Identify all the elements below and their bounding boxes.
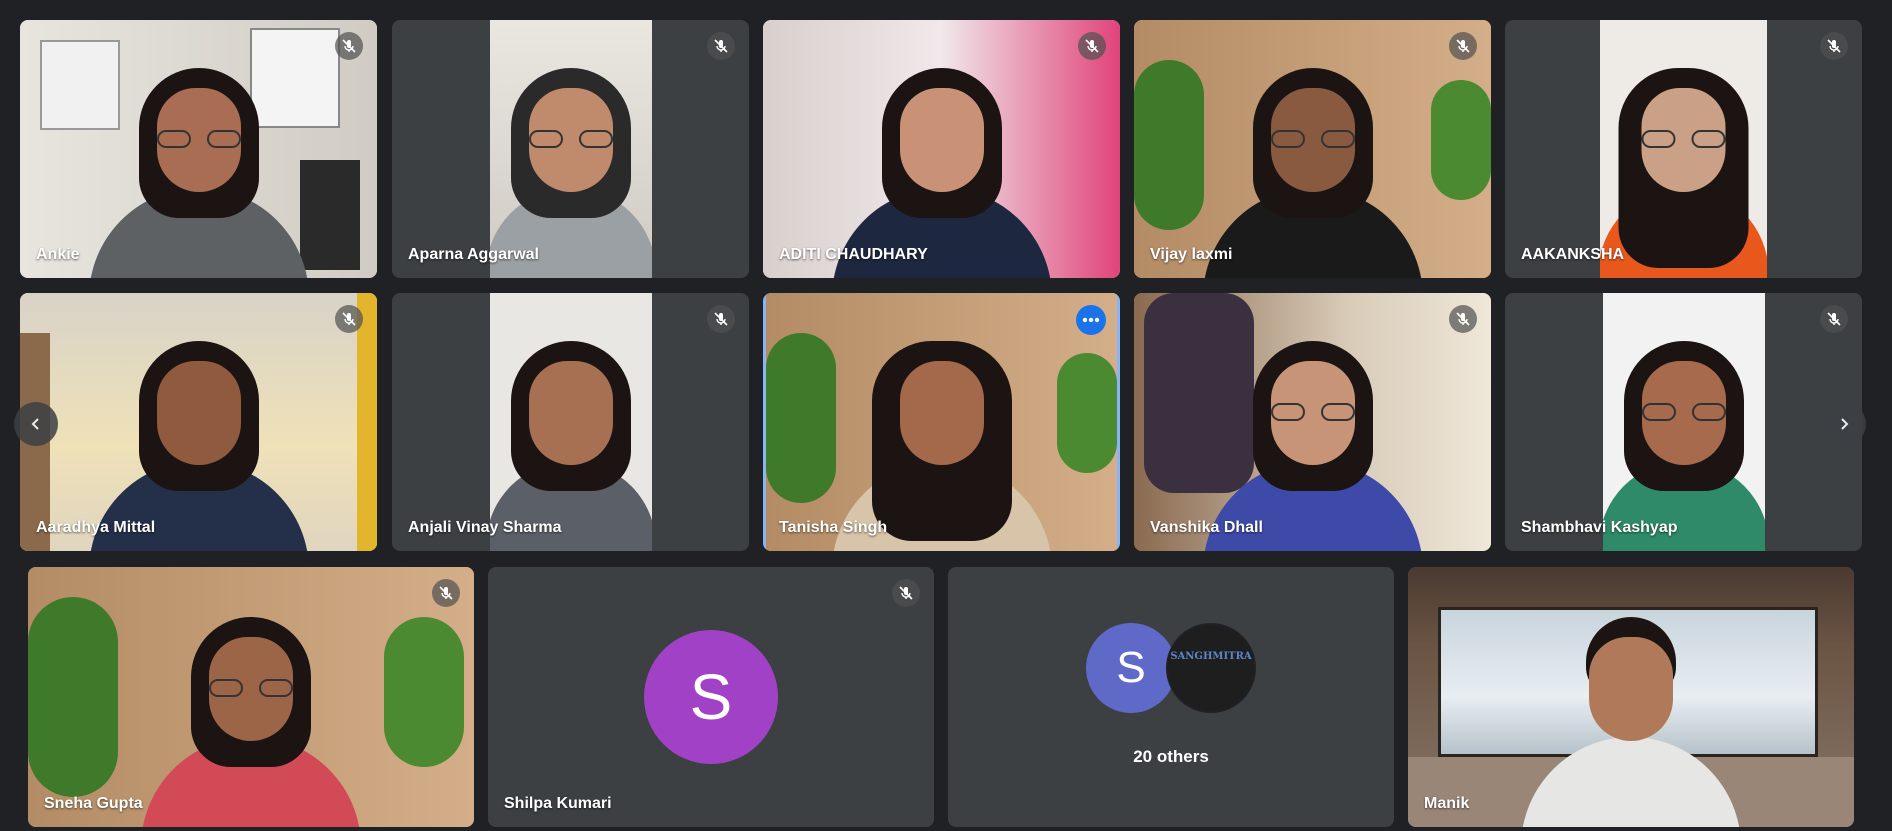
participant-tile[interactable]: AAKANKSHA	[1505, 20, 1862, 278]
mic-off-icon	[1078, 32, 1106, 60]
participant-name: Shilpa Kumari	[504, 795, 612, 812]
chevron-right-icon[interactable]	[1822, 402, 1866, 446]
video-feed	[1134, 293, 1491, 551]
participant-name: Ankie	[36, 246, 80, 263]
mic-off-icon	[335, 305, 363, 333]
participant-tile[interactable]: ADITI CHAUDHARY	[763, 20, 1120, 278]
mic-off-icon	[432, 579, 460, 607]
mic-off-icon	[707, 305, 735, 333]
participant-name: Manik	[1424, 795, 1470, 812]
participant-name: ADITI CHAUDHARY	[779, 246, 928, 263]
mic-off-icon	[707, 32, 735, 60]
participant-tile[interactable]: Anjali Vinay Sharma	[392, 293, 749, 551]
participant-name: Vanshika Dhall	[1150, 519, 1263, 536]
participant-tile[interactable]: Sneha Gupta	[28, 567, 474, 827]
participant-tile[interactable]: Vanshika Dhall	[1134, 293, 1491, 551]
mic-off-icon	[1820, 305, 1848, 333]
participant-name: Shambhavi Kashyap	[1521, 519, 1678, 536]
participant-name: Aparna Aggarwal	[408, 246, 539, 263]
video-feed	[1603, 293, 1765, 551]
video-feed	[490, 293, 652, 551]
video-feed	[28, 567, 474, 827]
video-feed	[1408, 567, 1854, 827]
participant-name: Vijay laxmi	[1150, 246, 1233, 263]
participant-tile[interactable]: Aparna Aggarwal	[392, 20, 749, 278]
video-feed	[1134, 20, 1491, 278]
participant-tile[interactable]: Aaradhya Mittal	[20, 293, 377, 551]
participant-name: Aaradhya Mittal	[36, 519, 156, 536]
more-options-icon[interactable]	[1076, 305, 1106, 335]
chevron-left-icon[interactable]	[14, 402, 58, 446]
participant-tile[interactable]: Vijay laxmi	[1134, 20, 1491, 278]
participant-name: AAKANKSHA	[1521, 246, 1625, 263]
participant-tile[interactable]: Manik	[1408, 567, 1854, 827]
participant-tile-active[interactable]: Tanisha Singh	[763, 293, 1120, 551]
avatar: SANGHMITRA	[1166, 623, 1256, 713]
top-bar	[0, 0, 1892, 18]
video-feed	[20, 293, 377, 551]
mic-off-icon	[1449, 305, 1477, 333]
participant-name: Sneha Gupta	[44, 795, 143, 812]
video-feed	[766, 293, 1117, 551]
participant-name: Tanisha Singh	[779, 519, 888, 536]
mic-off-icon	[1449, 32, 1477, 60]
others-avatars: S SANGHMITRA	[1086, 623, 1256, 715]
mic-off-icon	[335, 32, 363, 60]
others-count-label: 20 others	[1133, 747, 1209, 766]
participant-tile[interactable]: Ankie	[20, 20, 377, 278]
others-tile[interactable]: S SANGHMITRA 20 others	[948, 567, 1394, 827]
avatar: S	[1086, 623, 1176, 713]
participant-tile[interactable]: S Shilpa Kumari	[488, 567, 934, 827]
video-feed	[20, 20, 377, 278]
mic-off-icon	[1820, 32, 1848, 60]
video-feed	[763, 20, 1120, 278]
participant-name: Anjali Vinay Sharma	[408, 519, 562, 536]
participant-tile[interactable]: Shambhavi Kashyap	[1505, 293, 1862, 551]
video-feed	[490, 20, 652, 278]
video-feed	[1600, 20, 1767, 278]
mic-off-icon	[892, 579, 920, 607]
avatar: S	[644, 630, 778, 764]
